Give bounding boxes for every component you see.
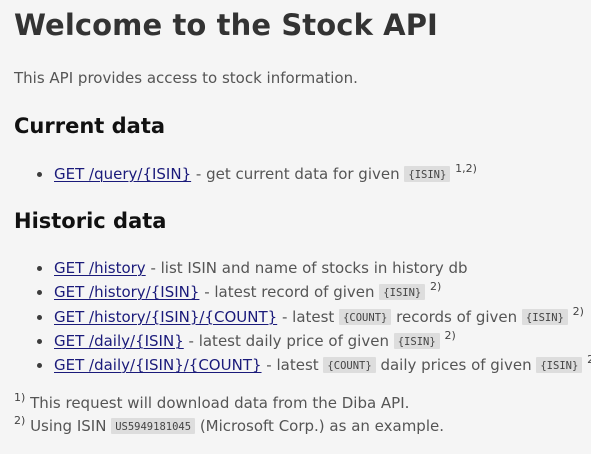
endpoint-link-history-isin-count[interactable]: GET /history/{ISIN}/{COUNT}: [54, 308, 277, 326]
endpoint-link-history-isin[interactable]: GET /history/{ISIN}: [54, 283, 199, 301]
footnote-ref: 2): [572, 304, 584, 318]
footnote-text: (Microsoft Corp.) as an example.: [195, 417, 444, 435]
bullet-icon: [37, 172, 42, 177]
endpoint-link-daily-isin[interactable]: GET /daily/{ISIN}: [54, 332, 184, 350]
list-item: GET /daily/{ISIN} - latest daily price o…: [14, 329, 591, 353]
footnote-ref: 2): [444, 328, 456, 342]
footnote-mark: 2): [14, 414, 26, 427]
footnote-text: This request will download data from the…: [25, 394, 410, 412]
code-param: {COUNT}: [323, 357, 376, 374]
code-param: {ISIN}: [404, 166, 451, 182]
footnote-ref: 1,2): [455, 162, 477, 175]
footnote-2: 2) Using ISIN US5949181045 (Microsoft Co…: [14, 415, 444, 438]
endpoint-description: - latest record of given: [199, 283, 380, 302]
bullet-icon: [37, 314, 42, 320]
bullet-icon: [37, 290, 42, 296]
list-item: GET /history - list ISIN and name of sto…: [14, 256, 591, 280]
code-param: {COUNT}: [339, 308, 392, 325]
list-item: GET /history/{ISIN}/{COUNT} - latest {CO…: [14, 305, 591, 329]
endpoint-link-query-isin[interactable]: GET /query/{ISIN}: [54, 165, 191, 183]
footnote-ref: 2): [430, 280, 442, 294]
endpoint-description: - latest: [261, 356, 324, 375]
bullet-icon: [37, 266, 42, 271]
footnote-ref: 2): [587, 353, 591, 367]
current-data-heading: Current data: [14, 114, 166, 138]
footnotes: 1) This request will download data from …: [14, 392, 444, 438]
footnote-mark: 1): [14, 391, 26, 404]
bullet-icon: [37, 338, 42, 344]
footnote-text: Using ISIN: [25, 417, 112, 435]
footnote-1: 1) This request will download data from …: [14, 392, 444, 415]
page-title: Welcome to the Stock API: [14, 8, 438, 42]
bullet-icon: [37, 363, 42, 369]
endpoint-description: - list ISIN and name of stocks in histor…: [145, 259, 468, 277]
endpoint-link-history[interactable]: GET /history: [54, 259, 146, 277]
endpoint-description: - get current data for given: [191, 165, 405, 183]
code-param: {ISIN}: [536, 357, 583, 374]
code-param: {ISIN}: [379, 284, 426, 301]
endpoint-description: records of given: [391, 307, 522, 326]
code-param: {ISIN}: [393, 332, 440, 349]
endpoint-description: - latest daily price of given: [183, 331, 394, 350]
api-welcome-page: Welcome to the Stock API This API provid…: [0, 0, 591, 454]
code-param: {ISIN}: [521, 308, 568, 325]
historic-data-list: GET /history - list ISIN and name of sto…: [14, 256, 591, 377]
list-item: GET /history/{ISIN} - latest record of g…: [14, 280, 591, 304]
list-item: GET /daily/{ISIN}/{COUNT} - latest {COUN…: [14, 353, 591, 377]
endpoint-description: daily prices of given: [375, 356, 537, 375]
current-data-list: GET /query/{ISIN} - get current data for…: [14, 162, 477, 186]
intro-text: This API provides access to stock inform…: [14, 69, 358, 87]
endpoint-description: - latest: [277, 307, 340, 326]
list-item: GET /query/{ISIN} - get current data for…: [14, 162, 477, 186]
example-isin-code: US5949181045: [111, 418, 196, 434]
historic-data-heading: Historic data: [14, 209, 167, 233]
endpoint-link-daily-isin-count[interactable]: GET /daily/{ISIN}/{COUNT}: [54, 356, 262, 374]
